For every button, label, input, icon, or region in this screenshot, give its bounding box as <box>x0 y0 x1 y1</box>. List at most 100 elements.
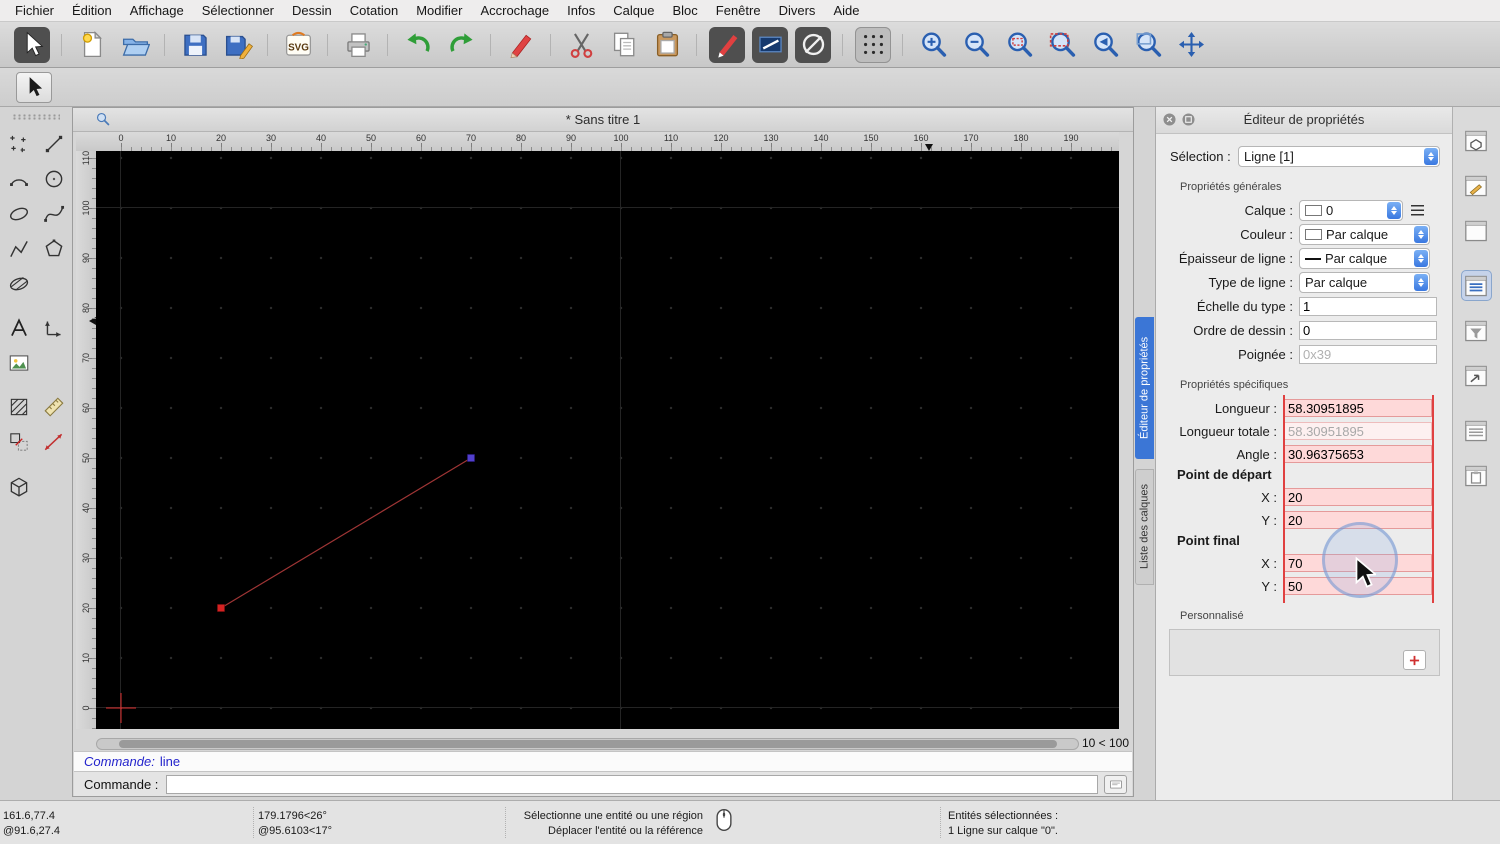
dimension-tool[interactable] <box>36 310 71 345</box>
line-tool[interactable] <box>36 126 71 161</box>
layer-combobox[interactable]: 0 <box>1299 200 1403 221</box>
arc-tool[interactable] <box>1 161 36 196</box>
command-input[interactable] <box>166 775 1098 794</box>
select-tool-button[interactable] <box>14 27 50 63</box>
redo-button[interactable] <box>443 27 479 63</box>
menu-dessin[interactable]: Dessin <box>283 0 341 22</box>
point-tool[interactable] <box>1 126 36 161</box>
lineweight-combobox[interactable]: Par calque <box>1299 248 1430 269</box>
coordinate-readout: 161.6,77.4 @91.6,27.4 <box>3 809 60 839</box>
menu-affichage[interactable]: Affichage <box>121 0 193 22</box>
toolbar-separator <box>838 30 848 60</box>
selection-combobox[interactable]: Ligne [1] <box>1238 146 1440 167</box>
region-tool[interactable] <box>1 266 36 301</box>
zoom-window-button[interactable] <box>1130 27 1166 63</box>
undo-button[interactable] <box>400 27 436 63</box>
block-edit-tool[interactable] <box>1 424 36 459</box>
end-grip[interactable] <box>468 455 475 462</box>
cut-button[interactable] <box>563 27 599 63</box>
ruler-tool[interactable] <box>36 389 71 424</box>
menu-modifier[interactable]: Modifier <box>407 0 471 22</box>
panel-title: Éditeur de propriétés <box>1156 107 1452 133</box>
property-pen-button[interactable] <box>709 27 745 63</box>
absolute-polar: 179.1796<26° <box>258 809 332 824</box>
command-options-button[interactable] <box>1104 775 1127 794</box>
start-x-field[interactable] <box>1284 488 1432 506</box>
add-custom-property-button[interactable] <box>1403 650 1426 670</box>
property-list-panel-icon[interactable] <box>1461 270 1492 301</box>
auto-zoom-button[interactable] <box>1001 27 1037 63</box>
circle-tool[interactable] <box>36 161 71 196</box>
copy-button[interactable] <box>606 27 642 63</box>
hatch-tool[interactable] <box>1 389 36 424</box>
text-tool[interactable] <box>1 310 36 345</box>
measure-tool[interactable] <box>36 424 71 459</box>
save-button[interactable] <box>177 27 213 63</box>
solid-tool[interactable] <box>1 468 36 503</box>
delete-button[interactable] <box>503 27 539 63</box>
menu-calque[interactable]: Calque <box>604 0 663 22</box>
end-x-field[interactable] <box>1284 554 1432 572</box>
document-titlebar: * Sans titre 1 <box>73 108 1133 132</box>
previous-view-button[interactable] <box>1087 27 1123 63</box>
selected-line-entity[interactable] <box>221 458 471 608</box>
palette-drag-handle[interactable] <box>12 114 60 120</box>
menu-accrochage[interactable]: Accrochage <box>471 0 558 22</box>
layer-options-menu-button[interactable] <box>1407 202 1428 220</box>
zoom-selection-button[interactable] <box>1044 27 1080 63</box>
end-y-field[interactable] <box>1284 577 1432 595</box>
viewport-panel-icon[interactable] <box>1461 125 1492 156</box>
filter-panel-icon[interactable] <box>1461 315 1492 346</box>
draw-order-field[interactable] <box>1299 321 1437 340</box>
attributes-button[interactable] <box>752 27 788 63</box>
new-file-button[interactable] <box>74 27 110 63</box>
color-label: Couleur : <box>1156 227 1299 242</box>
toolbar-separator <box>57 30 67 60</box>
paste-button[interactable] <box>649 27 685 63</box>
pan-button[interactable] <box>1173 27 1209 63</box>
reference-panel-icon[interactable] <box>1461 360 1492 391</box>
menu-bloc[interactable]: Bloc <box>663 0 706 22</box>
blank-panel-icon[interactable] <box>1461 215 1492 246</box>
linetype-combobox[interactable]: Par calque <box>1299 272 1430 293</box>
polygon-tool[interactable] <box>36 231 71 266</box>
v-ruler-number: 70 <box>79 348 93 368</box>
menu-fenetre[interactable]: Fenêtre <box>707 0 770 22</box>
zoom-out-button[interactable] <box>958 27 994 63</box>
menu-divers[interactable]: Divers <box>770 0 825 22</box>
grid-toggle-button[interactable] <box>855 27 891 63</box>
length-field[interactable] <box>1284 399 1432 417</box>
scrollbar-thumb[interactable] <box>119 740 1057 748</box>
no-linetype-button[interactable] <box>795 27 831 63</box>
polyline-tool[interactable] <box>1 231 36 266</box>
menu-fichier[interactable]: Fichier <box>6 0 63 22</box>
menu-cotation[interactable]: Cotation <box>341 0 407 22</box>
linetype-scale-field[interactable] <box>1299 297 1437 316</box>
zoom-in-button[interactable] <box>915 27 951 63</box>
menu-edition[interactable]: Édition <box>63 0 121 22</box>
start-y-field[interactable] <box>1284 511 1432 529</box>
menu-infos[interactable]: Infos <box>558 0 604 22</box>
tab-property-editor[interactable]: Éditeur de propriétés <box>1135 317 1154 459</box>
print-preview-button[interactable] <box>340 27 376 63</box>
angle-field[interactable] <box>1284 445 1432 463</box>
color-combobox[interactable]: Par calque <box>1299 224 1430 245</box>
open-file-button[interactable] <box>117 27 153 63</box>
edit-panel-icon[interactable] <box>1461 170 1492 201</box>
drawing-canvas[interactable] <box>96 151 1119 729</box>
clipboard-panel-icon[interactable] <box>1461 460 1492 491</box>
selection-mode-button[interactable] <box>16 72 52 103</box>
save-as-button[interactable] <box>220 27 256 63</box>
horizontal-scrollbar[interactable] <box>96 738 1079 750</box>
spline-tool[interactable] <box>36 196 71 231</box>
menu-aide[interactable]: Aide <box>824 0 868 22</box>
ellipse-tool[interactable] <box>1 196 36 231</box>
image-tool[interactable] <box>1 345 36 380</box>
tab-layer-list[interactable]: Liste des calques <box>1135 469 1154 585</box>
menu-selectionner[interactable]: Sélectionner <box>193 0 283 22</box>
dock-panel-strip <box>1452 107 1500 800</box>
selection-status-line-1: Entités sélectionnées : <box>948 809 1058 824</box>
start-grip[interactable] <box>218 605 225 612</box>
rows-panel-icon[interactable] <box>1461 415 1492 446</box>
svg-export-button[interactable]: SVG <box>280 27 316 63</box>
